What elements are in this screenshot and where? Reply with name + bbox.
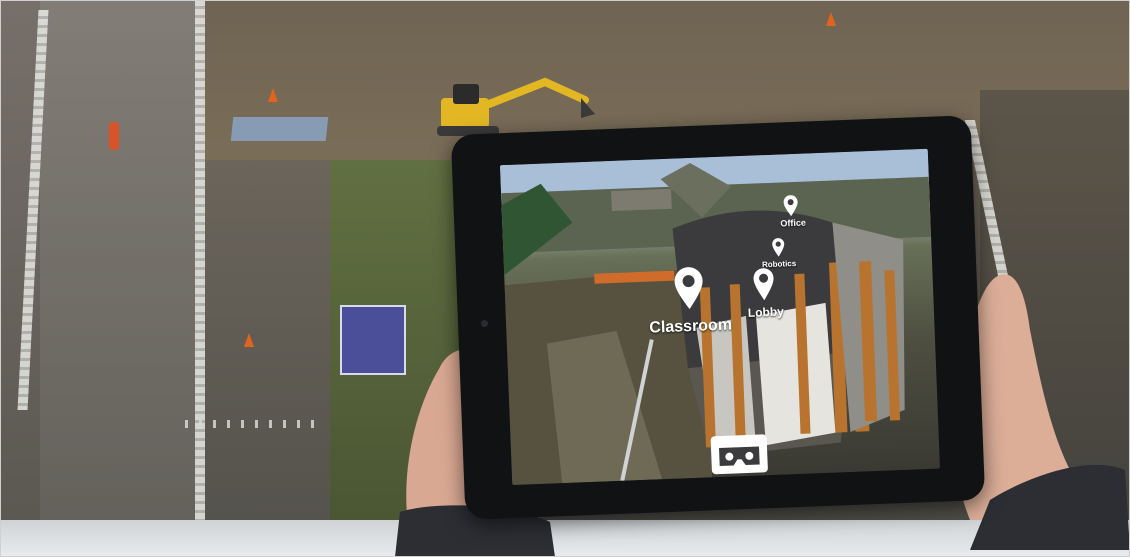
vr-headset-button[interactable] xyxy=(710,434,768,475)
location-pin-icon[interactable] xyxy=(751,267,776,302)
traffic-cone xyxy=(826,12,836,26)
fence-middle xyxy=(195,0,205,540)
vr-headset-icon xyxy=(719,446,760,467)
sidewalk xyxy=(40,0,200,520)
tablet-device: Office Robotics Classroom Lobby xyxy=(450,115,986,520)
gravel-area xyxy=(205,160,330,520)
blue-mat xyxy=(230,117,329,141)
pin-label-classroom: Classroom xyxy=(649,316,733,337)
construction-worker xyxy=(109,122,119,150)
location-pin-icon[interactable] xyxy=(672,265,706,310)
pin-label-office: Office xyxy=(780,217,807,229)
location-pin-icon[interactable] xyxy=(771,237,786,258)
pin-label-lobby: Lobby xyxy=(747,304,785,320)
tablet-camera xyxy=(480,319,489,328)
traffic-cone xyxy=(244,333,254,347)
ar-screen: Office Robotics Classroom Lobby xyxy=(499,148,940,486)
traffic-cone xyxy=(268,88,278,102)
location-pin-icon[interactable] xyxy=(782,195,799,218)
construction-site-photo: Office Robotics Classroom Lobby xyxy=(0,0,1130,557)
fence-lower xyxy=(185,420,325,428)
